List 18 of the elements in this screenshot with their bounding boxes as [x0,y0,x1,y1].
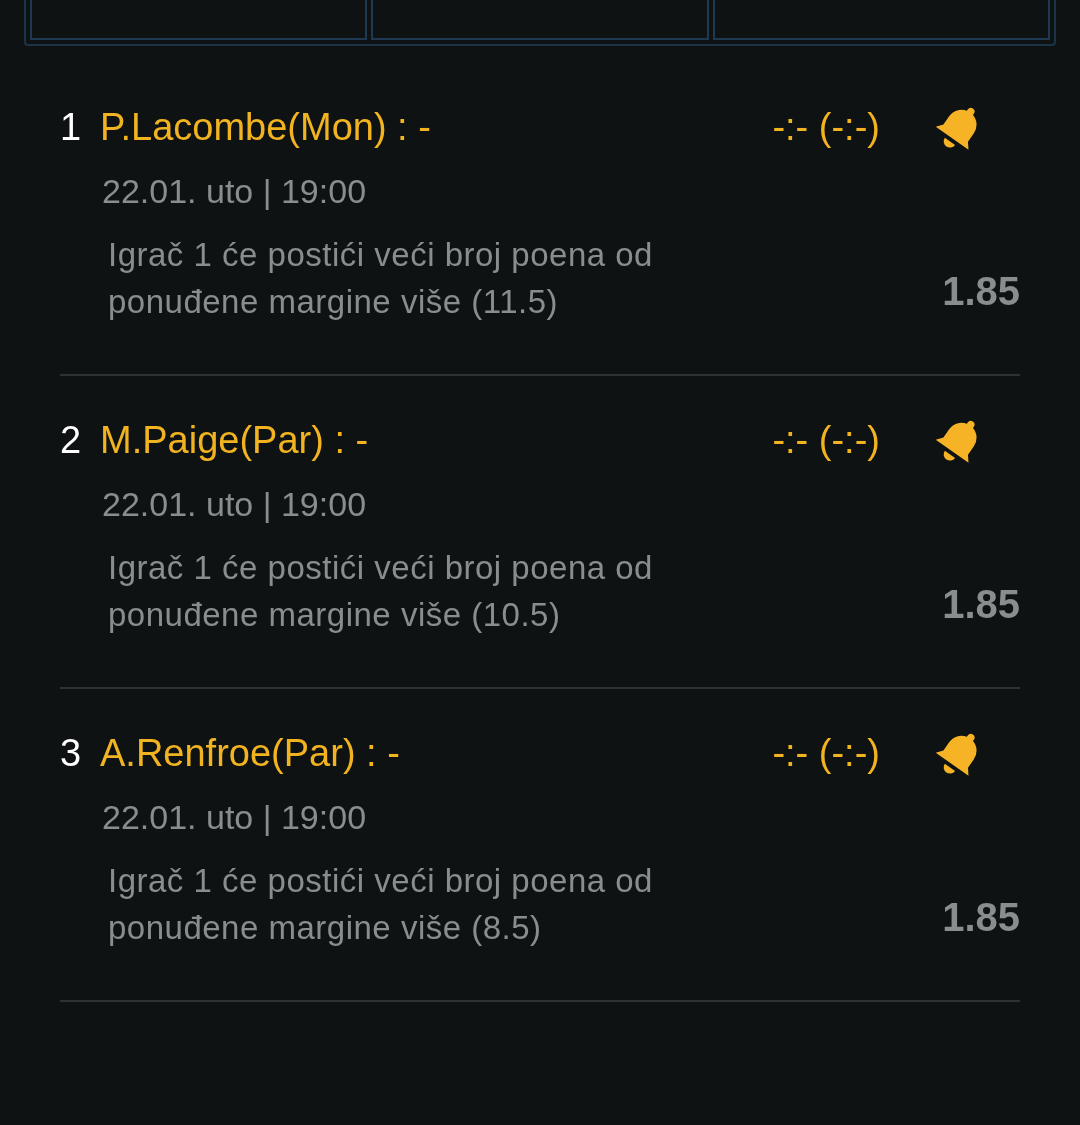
bet-number: 2 [60,417,83,463]
match-datetime: 22.01. uto | 19:00 [102,171,368,212]
match-datetime: 22.01. uto | 19:00 [102,797,368,838]
bet-number: 1 [60,104,83,150]
score-text: -:- (-:-) [772,417,880,463]
odds-value: 1.85 [942,894,1020,941]
odds-value: 1.85 [942,581,1020,628]
player-name: P.Lacombe(Mon) : - [100,104,432,150]
player-name: M.Paige(Par) : - [100,417,370,463]
odds-value: 1.85 [942,268,1020,315]
bet-description: Igrač 1 će postići veći broj poena od ponuđene margine više (11.5) [108,235,654,322]
player-name: A.Renfroe(Par) : - [100,730,401,776]
bet-description: Igrač 1 će postići veći broj poena od ponuđene margine više (8.5) [108,861,654,948]
score-text: -:- (-:-) [772,730,880,776]
bet-number: 3 [60,730,83,776]
score-text: -:- (-:-) [772,104,880,150]
match-datetime: 22.01. uto | 19:00 [102,484,368,525]
bet-description: Igrač 1 će postići veći broj poena od ponuđene margine više (10.5) [108,548,654,635]
